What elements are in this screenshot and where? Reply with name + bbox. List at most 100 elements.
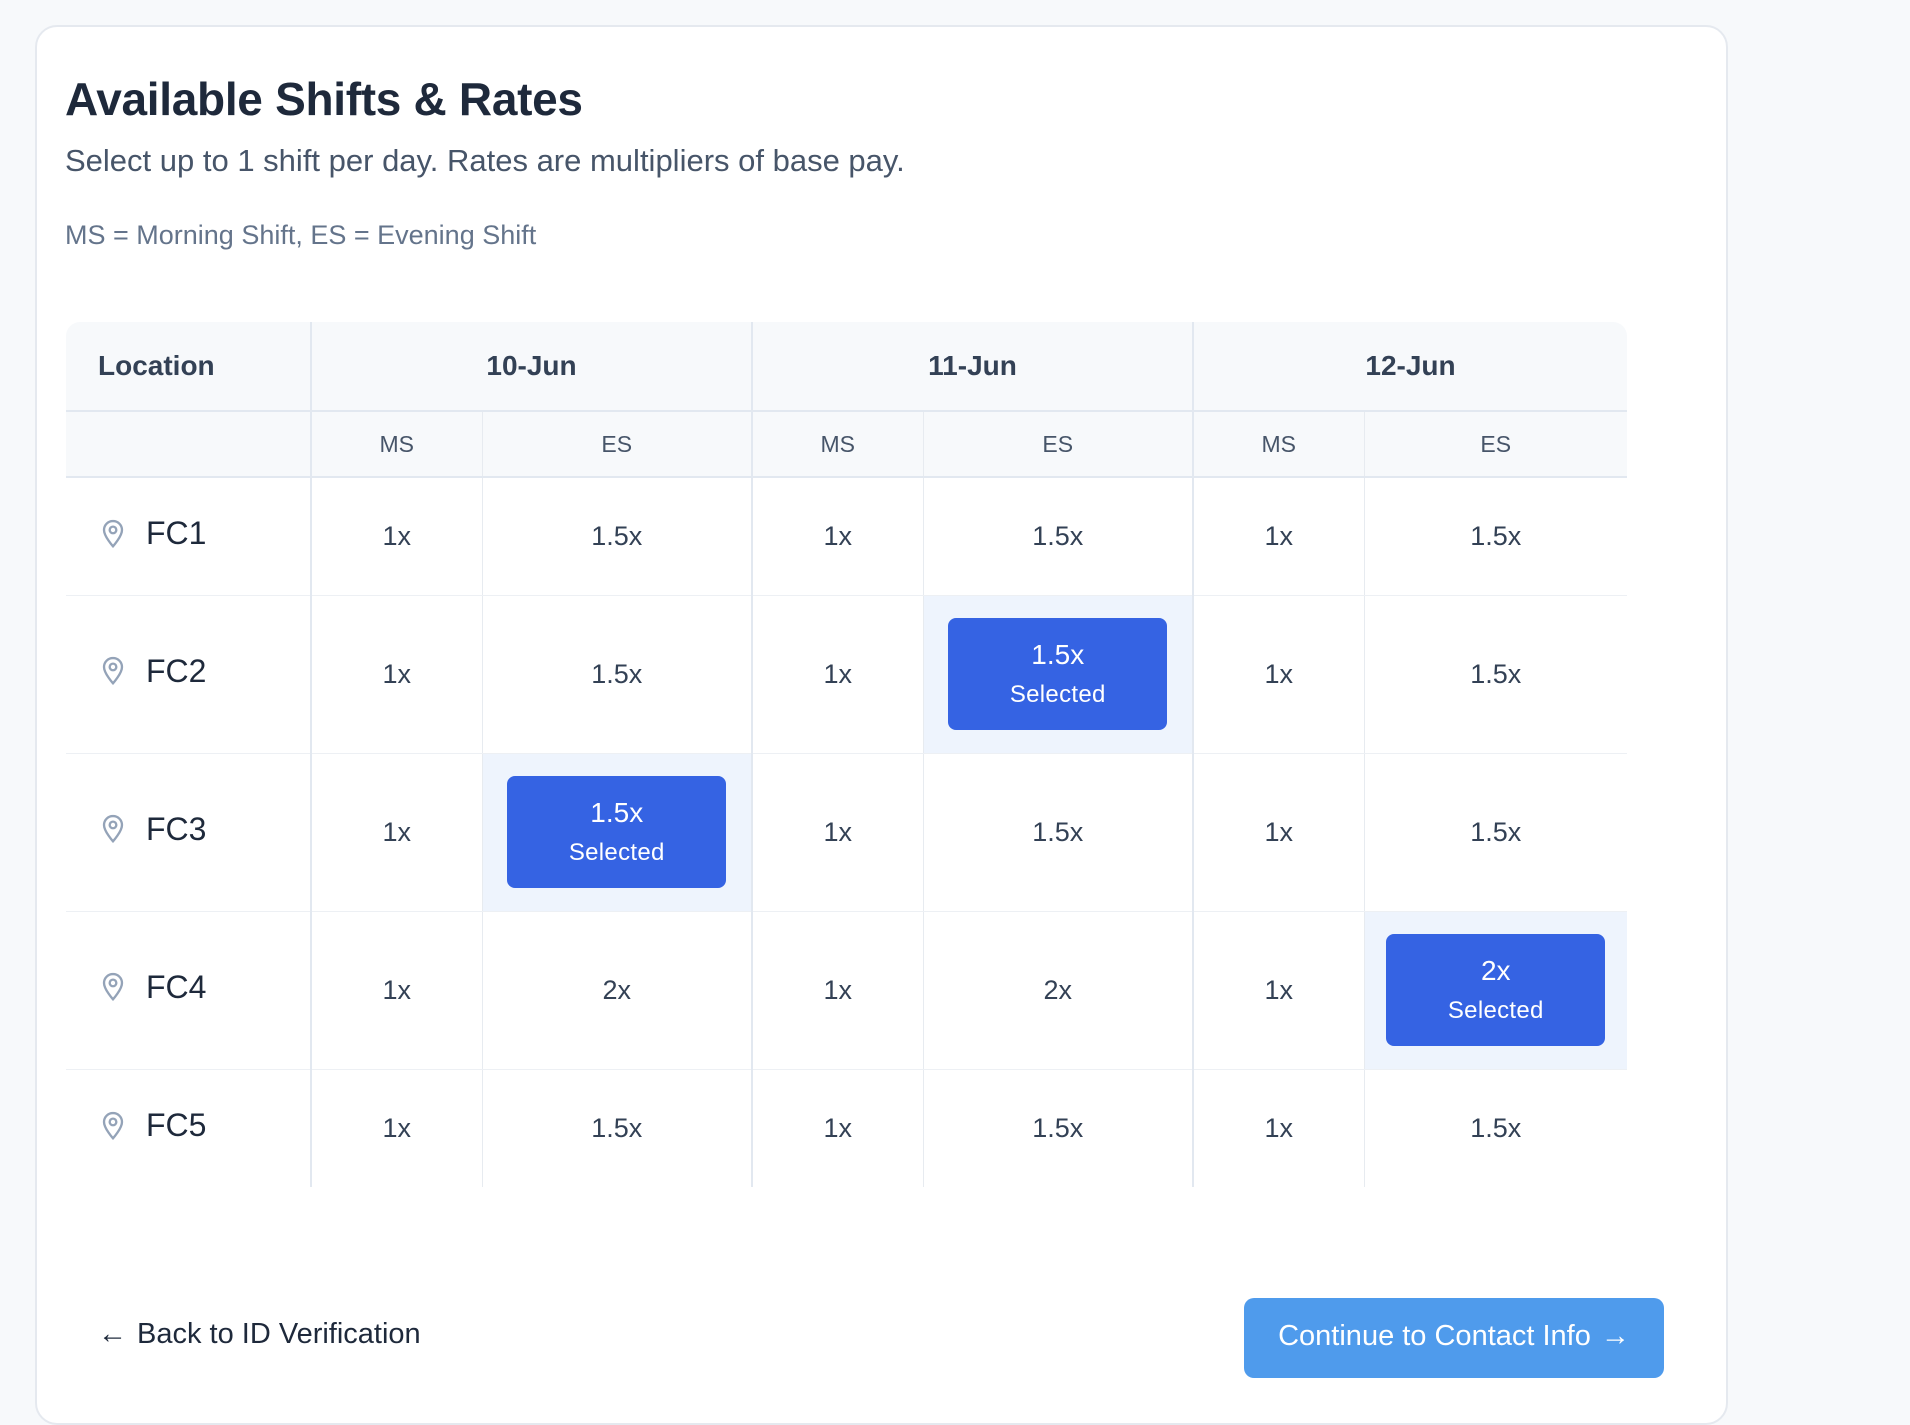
shift-header-blank	[66, 411, 312, 478]
rate-cell[interactable]: 1.5x	[923, 477, 1195, 596]
shift-header-es: ES	[923, 411, 1195, 478]
location-name: FC5	[146, 1107, 207, 1143]
rate-value: 1.5x	[1470, 816, 1522, 847]
date-header-10-jun: 10-Jun	[311, 322, 753, 412]
shift-rates-body: FC1 1x 1.5x 1x 1.5x 1x 1.5x FC2 1x 1.5x 1x 1.5x Sele…	[66, 477, 1628, 1187]
arrow-left-icon: ←	[98, 1318, 127, 1350]
arrow-right-icon: →	[1600, 1320, 1630, 1352]
rate-value: 1.5x	[1032, 816, 1084, 847]
rate-cell[interactable]: 1x	[752, 595, 924, 754]
shift-header-row: MS ES MS ES MS ES	[66, 411, 1628, 478]
rate-value: 1.5x	[1470, 520, 1522, 551]
rate-value: 2x	[1043, 974, 1073, 1005]
page-subtitle: Select up to 1 shift per day. Rates are …	[65, 143, 905, 178]
date-header-12-jun: 12-Jun	[1193, 322, 1628, 412]
rate-value: 1.5x	[1032, 1112, 1084, 1143]
rate-cell-selected: 1.5x Selected	[923, 595, 1195, 754]
rate-cell[interactable]: 1x	[752, 753, 924, 912]
rate-cell[interactable]: 2x	[923, 911, 1195, 1070]
location-cell: FC2	[66, 595, 312, 754]
map-pin-icon	[98, 971, 128, 1003]
rate-cell[interactable]: 1x	[1193, 911, 1365, 1070]
rate-value: 1.5x	[591, 520, 643, 551]
location-name: FC4	[146, 968, 207, 1005]
rate-cell[interactable]: 1x	[752, 911, 924, 1070]
rate-cell[interactable]: 1x	[311, 1069, 483, 1187]
rate-value: 1x	[1264, 520, 1294, 551]
rate-cell[interactable]: 1.5x	[923, 753, 1195, 912]
shift-header-ms: MS	[311, 411, 483, 478]
location-cell: FC3	[66, 753, 312, 912]
date-header-11-jun: 11-Jun	[752, 322, 1195, 412]
shift-header-es: ES	[1364, 411, 1628, 478]
map-pin-icon	[98, 655, 128, 687]
location-cell: FC5	[66, 1069, 312, 1187]
location-cell: FC1	[66, 477, 312, 596]
continue-to-contact-info-button[interactable]: Continue to Contact Info →	[1244, 1298, 1664, 1378]
rate-cell[interactable]: 1x	[752, 1069, 924, 1187]
shift-rates-table: Location 10-Jun 11-Jun 12-Jun MS ES MS E…	[66, 322, 1628, 1187]
shift-header-ms: MS	[1193, 411, 1365, 478]
date-header-row: Location 10-Jun 11-Jun 12-Jun	[66, 322, 1628, 412]
rate-cell[interactable]: 1.5x	[1364, 753, 1628, 912]
table-row: FC4 1x 2x 1x 2x 1x 2x Selected	[66, 911, 1628, 1070]
rate-value: 2x	[1480, 955, 1511, 986]
selected-label: Selected	[568, 839, 665, 866]
location-name: FC2	[146, 652, 207, 689]
rate-cell[interactable]: 1x	[1193, 753, 1365, 912]
rate-value: 1x	[382, 816, 412, 847]
rate-value: 1x	[823, 1112, 853, 1143]
rate-cell-selected: 2x Selected	[1364, 911, 1628, 1070]
map-pin-icon	[98, 1110, 128, 1142]
rate-cell[interactable]: 1.5x	[482, 595, 753, 754]
continue-button-label: Continue to Contact Info	[1278, 1320, 1591, 1352]
map-pin-icon	[98, 813, 128, 845]
shift-header-es: ES	[482, 411, 753, 478]
selected-shift-button[interactable]: 2x Selected	[1386, 934, 1606, 1046]
rate-cell[interactable]: 1.5x	[482, 1069, 753, 1187]
rate-value: 1.5x	[590, 797, 644, 828]
rate-cell[interactable]: 1.5x	[482, 477, 753, 596]
shift-legend: MS = Morning Shift, ES = Evening Shift	[65, 220, 537, 250]
selected-label: Selected	[1009, 681, 1106, 708]
rate-value: 1x	[823, 816, 853, 847]
selected-shift-button[interactable]: 1.5x Selected	[948, 618, 1168, 730]
rate-cell[interactable]: 1x	[752, 477, 924, 596]
rate-cell[interactable]: 1x	[311, 595, 483, 754]
location-cell: FC4	[66, 911, 312, 1070]
rate-cell[interactable]: 1.5x	[1364, 595, 1628, 754]
selected-shift-button[interactable]: 1.5x Selected	[507, 776, 727, 888]
rate-value: 1x	[1264, 974, 1294, 1005]
back-link-label: Back to ID Verification	[137, 1318, 421, 1350]
selected-label: Selected	[1447, 997, 1544, 1024]
rate-value: 1x	[1264, 658, 1294, 689]
shift-header-ms: MS	[752, 411, 924, 478]
rate-value: 1.5x	[1470, 658, 1522, 689]
rate-cell[interactable]: 1.5x	[923, 1069, 1195, 1187]
rate-value: 1x	[1264, 816, 1294, 847]
table-row: FC5 1x 1.5x 1x 1.5x 1x 1.5x	[66, 1069, 1627, 1187]
map-pin-icon	[98, 518, 128, 550]
rate-cell[interactable]: 1x	[1193, 595, 1365, 754]
rate-cell[interactable]: 1x	[311, 911, 483, 1070]
rate-value: 1x	[823, 658, 853, 689]
rate-value: 1x	[823, 974, 853, 1005]
rate-cell[interactable]: 1.5x	[1364, 477, 1628, 596]
location-label-group: FC2	[98, 653, 206, 690]
rate-cell[interactable]: 2x	[482, 911, 753, 1070]
rate-value: 1x	[382, 520, 412, 551]
rate-cell[interactable]: 1x	[1193, 1069, 1365, 1187]
table-row: FC3 1x 1.5x Selected 1x 1.5x 1x 1.5x	[66, 753, 1628, 912]
back-to-id-verification-link[interactable]: ← Back to ID Verification	[98, 1318, 421, 1351]
location-label-group: FC5	[98, 1107, 206, 1144]
location-name: FC1	[146, 515, 207, 551]
page-title: Available Shifts & Rates	[65, 73, 583, 125]
rate-cell[interactable]: 1x	[311, 477, 483, 596]
location-name: FC3	[146, 810, 207, 847]
rate-cell[interactable]: 1x	[311, 753, 483, 912]
table-row: FC1 1x 1.5x 1x 1.5x 1x 1.5x	[66, 477, 1628, 596]
rate-cell[interactable]: 1.5x	[1364, 1069, 1627, 1187]
rate-cell[interactable]: 1x	[1193, 477, 1365, 596]
rate-value: 1.5x	[591, 1112, 643, 1143]
rate-value: 1.5x	[1470, 1112, 1522, 1143]
